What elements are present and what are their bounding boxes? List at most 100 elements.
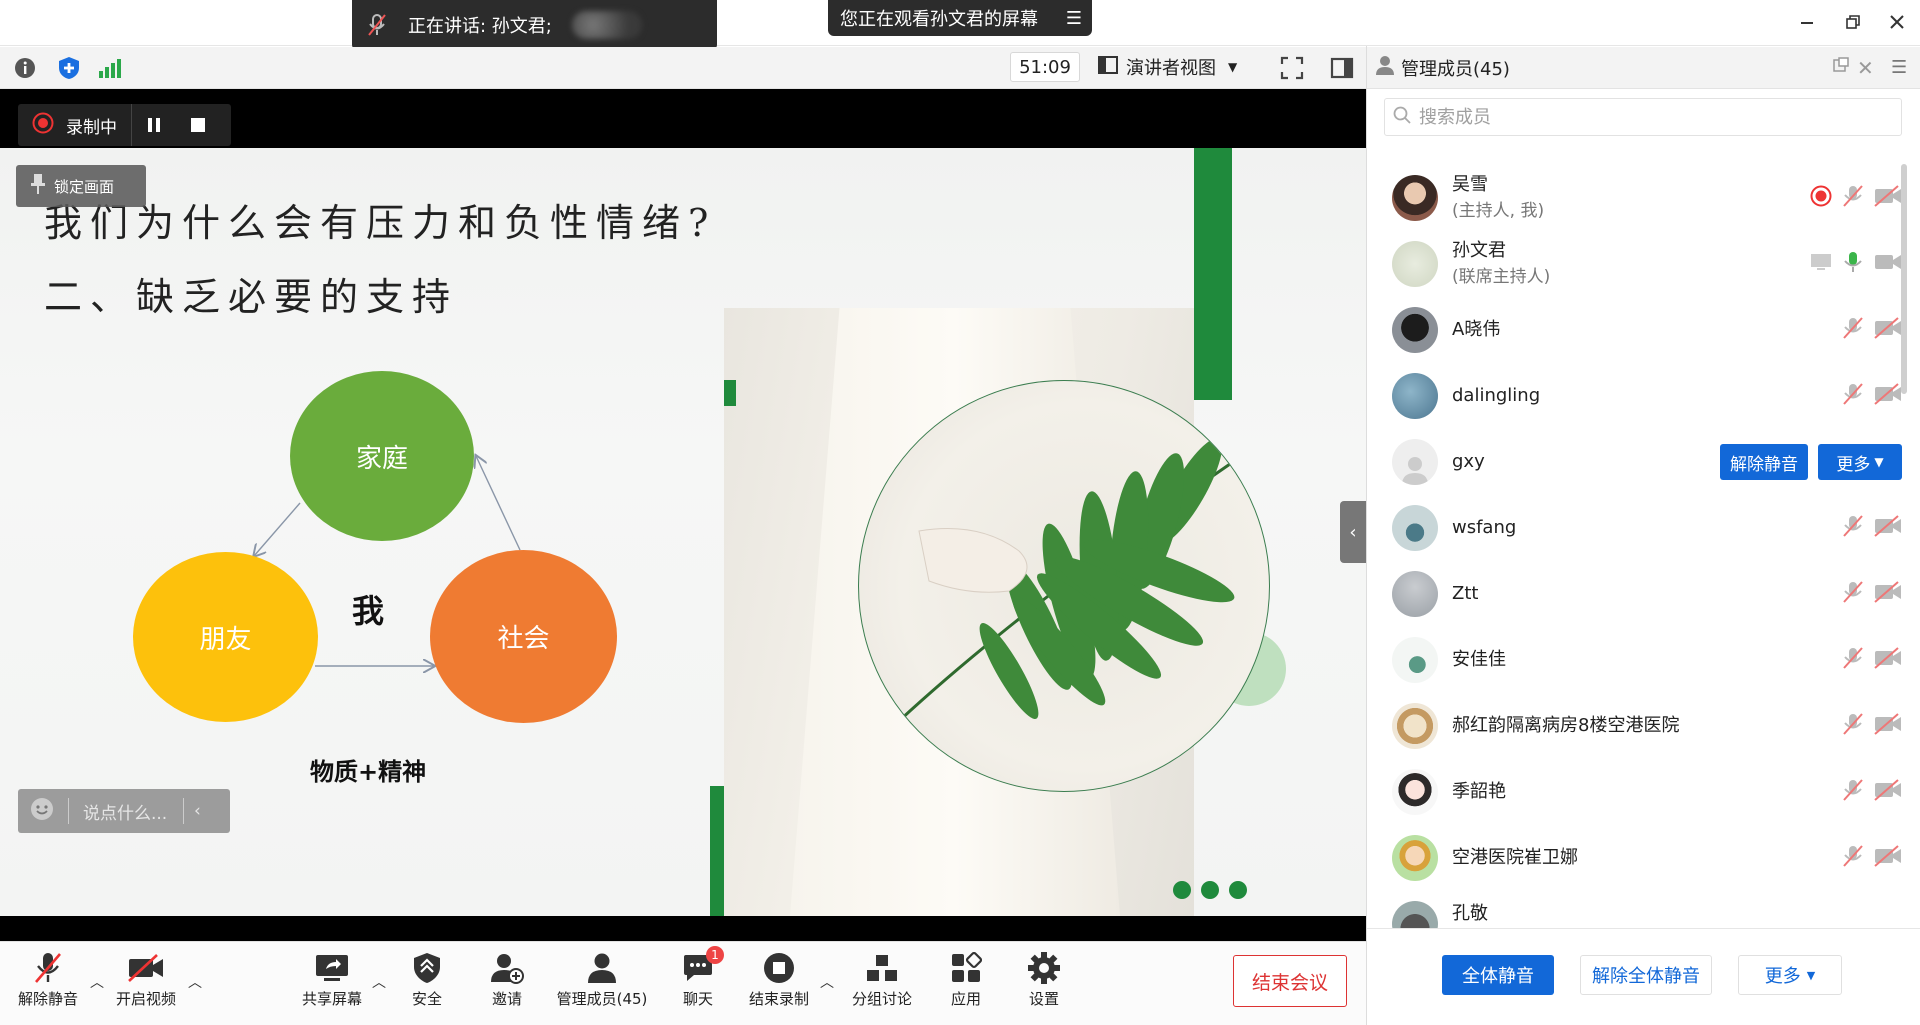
collapse-panel-button[interactable]: ‹: [1340, 501, 1366, 563]
center-label: 我: [352, 592, 385, 630]
pause-recording-button[interactable]: [132, 116, 176, 134]
apps-button[interactable]: 应用: [940, 948, 992, 1018]
video-off-icon[interactable]: [1874, 383, 1902, 409]
member-row[interactable]: dalingling: [1380, 363, 1902, 429]
recording-label: 录制中: [66, 117, 117, 138]
member-row[interactable]: wsfang: [1380, 495, 1902, 561]
muted-mic-icon[interactable]: [1842, 844, 1864, 872]
chevron-left-icon[interactable]: ‹: [194, 801, 201, 821]
mute-all-button[interactable]: 全体静音: [1442, 955, 1554, 995]
member-row[interactable]: 孙文君 (联席主持人): [1380, 231, 1902, 297]
muted-mic-icon[interactable]: [1842, 712, 1864, 740]
pin-icon: [30, 173, 46, 199]
lock-view-button[interactable]: 锁定画面: [16, 165, 146, 207]
security-shield-icon[interactable]: [58, 56, 80, 84]
member-role: (联席主持人): [1452, 267, 1551, 287]
circle-friends-label: 朋友: [199, 624, 252, 655]
member-name: 安佳佳: [1452, 649, 1506, 670]
avatar: [1392, 439, 1438, 485]
close-window-button[interactable]: [1882, 8, 1912, 36]
more-options-button[interactable]: 更多 ▼: [1738, 955, 1842, 995]
more-member-button[interactable]: 更多 ▼: [1818, 444, 1902, 480]
view-mode-dropdown[interactable]: 演讲者视图 ▼: [1098, 52, 1258, 82]
member-name: 郝红韵隔离病房8楼空港医院: [1452, 715, 1680, 736]
unmute-member-button[interactable]: 解除静音: [1720, 444, 1808, 480]
end-meeting-button[interactable]: 结束会议: [1233, 955, 1347, 1007]
member-row[interactable]: 安佳佳: [1380, 627, 1902, 693]
close-panel-icon[interactable]: ✕: [1857, 56, 1874, 80]
recording-options-caret[interactable]: ︿: [820, 972, 834, 992]
member-name: 孔敬: [1452, 903, 1488, 924]
member-row[interactable]: 季韶艳: [1380, 759, 1902, 825]
manage-members-button[interactable]: 管理成员(45): [552, 948, 652, 1018]
circle-society: 社会: [430, 550, 617, 723]
member-row[interactable]: 郝红韵隔离病房8楼空港医院: [1380, 693, 1902, 759]
member-name: Ztt: [1452, 583, 1479, 604]
share-options-caret[interactable]: ︿: [372, 972, 386, 992]
info-icon[interactable]: [14, 57, 36, 83]
video-off-icon[interactable]: [1874, 515, 1902, 541]
members-panel-header: 管理成员(45) ✕ ☰: [1367, 47, 1920, 89]
recording-bar: 录制中: [18, 104, 231, 146]
settings-button[interactable]: 设置: [1018, 948, 1070, 1018]
avatar: [1392, 241, 1438, 287]
member-row[interactable]: A晓伟: [1380, 297, 1902, 363]
member-row[interactable]: Ztt: [1380, 561, 1902, 627]
more-options-label: 更多: [1764, 966, 1801, 987]
menu-icon[interactable]: ☰: [1066, 8, 1082, 29]
member-row[interactable]: 孔敬: [1380, 891, 1902, 929]
muted-mic-icon[interactable]: [1842, 646, 1864, 674]
video-icon[interactable]: [1874, 251, 1902, 277]
chat-quick-input[interactable]: 说点什么... ‹: [18, 789, 230, 833]
member-row[interactable]: gxy 解除静音 更多 ▼: [1380, 429, 1902, 495]
sidebar-toggle-icon[interactable]: [1330, 56, 1354, 84]
share-screen-button[interactable]: 共享屏幕: [296, 948, 368, 1018]
bottom-label: 物质+精神: [310, 758, 427, 786]
gear-icon: [1027, 948, 1061, 988]
member-row[interactable]: 吴雪 (主持人, 我): [1380, 165, 1902, 231]
breakout-rooms-button[interactable]: 分组讨论: [846, 948, 918, 1018]
muted-mic-icon[interactable]: [1842, 580, 1864, 608]
muted-mic-icon[interactable]: [1842, 514, 1864, 542]
security-button[interactable]: 安全: [400, 948, 454, 1018]
video-off-icon[interactable]: [1874, 185, 1902, 211]
circle-friends: 朋友: [133, 552, 318, 722]
signal-strength-icon[interactable]: [98, 57, 122, 83]
video-options-caret[interactable]: ︿: [188, 972, 202, 992]
more-member-label: 更多: [1836, 454, 1871, 475]
avatar: [1392, 175, 1438, 221]
member-name: A晓伟: [1452, 319, 1501, 340]
start-video-button[interactable]: 开启视频: [110, 948, 182, 1018]
muted-mic-icon[interactable]: [1842, 778, 1864, 806]
avatar: [1392, 769, 1438, 815]
video-off-icon[interactable]: [1874, 647, 1902, 673]
unmute-button[interactable]: 解除静音: [12, 948, 84, 1018]
invite-button[interactable]: 邀请: [480, 948, 534, 1018]
video-off-icon[interactable]: [1874, 317, 1902, 343]
popout-icon[interactable]: [1833, 57, 1849, 78]
members-scrollbar[interactable]: [1901, 164, 1907, 394]
video-off-icon[interactable]: [1874, 713, 1902, 739]
chat-button[interactable]: 1 聊天: [672, 946, 724, 1018]
muted-mic-icon[interactable]: [1842, 184, 1864, 212]
end-recording-button[interactable]: 结束录制: [744, 948, 814, 1018]
video-off-icon[interactable]: [1874, 581, 1902, 607]
stop-recording-button[interactable]: [176, 116, 220, 134]
member-row[interactable]: 空港医院崔卫娜: [1380, 825, 1902, 891]
muted-mic-icon[interactable]: [1842, 382, 1864, 410]
member-search[interactable]: [1384, 98, 1902, 136]
video-off-icon[interactable]: [1874, 779, 1902, 805]
panel-menu-icon[interactable]: ☰: [1891, 57, 1907, 78]
audio-options-caret[interactable]: ︿: [90, 972, 104, 992]
green-accent-small: [724, 380, 736, 406]
watching-banner[interactable]: 您正在观看孙文君的屏幕 ☰: [828, 0, 1092, 36]
fullscreen-icon[interactable]: [1280, 56, 1304, 84]
unmute-all-button[interactable]: 解除全体静音: [1580, 955, 1712, 995]
muted-mic-icon[interactable]: [1842, 316, 1864, 344]
video-off-icon[interactable]: [1874, 845, 1902, 871]
member-search-input[interactable]: [1419, 106, 1869, 128]
emoji-icon[interactable]: [30, 797, 54, 826]
minimize-button[interactable]: [1792, 8, 1822, 36]
restore-button[interactable]: [1838, 8, 1868, 36]
mic-active-icon[interactable]: [1842, 250, 1864, 278]
